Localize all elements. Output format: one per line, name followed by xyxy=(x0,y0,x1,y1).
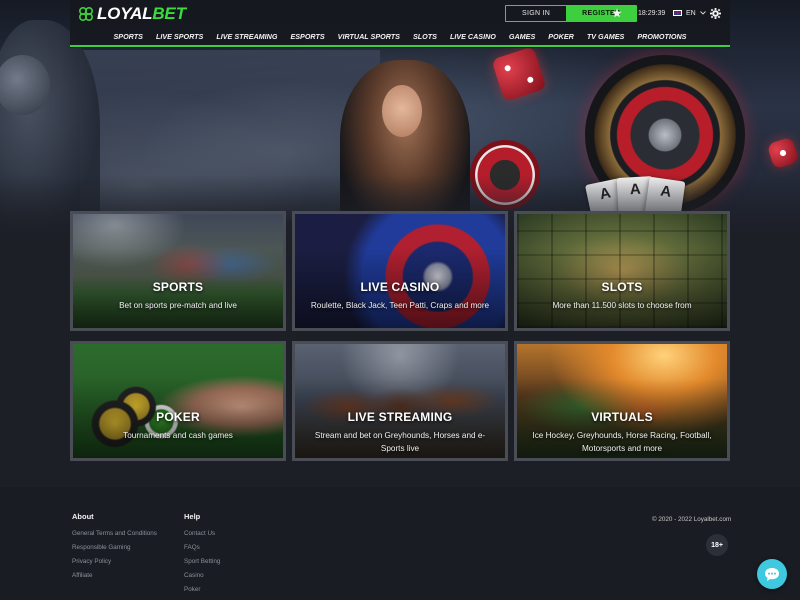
nav-item-promotions[interactable]: PROMOTIONS xyxy=(631,32,693,41)
nav-item-live-casino[interactable]: LIVE CASINO xyxy=(443,32,502,41)
star-icon xyxy=(612,8,622,18)
chevron-down-icon xyxy=(699,11,706,15)
brand-name-part2: BET xyxy=(152,4,186,23)
footer-help-column: Help Contact Us FAQs Sport Betting Casin… xyxy=(184,512,220,597)
nav-item-games[interactable]: GAMES xyxy=(502,32,541,41)
product-tiles: SPORTS Bet on sports pre-match and live … xyxy=(70,211,730,461)
main-nav: SPORTS LIVE SPORTS LIVE STREAMING ESPORT… xyxy=(70,27,730,46)
tile-description: Tournaments and cash games xyxy=(123,431,233,440)
tile-title: VIRTUALS xyxy=(591,410,653,424)
nav-accent-line xyxy=(70,45,730,47)
nav-item-poker[interactable]: POKER xyxy=(542,32,581,41)
uk-flag-icon xyxy=(673,10,682,16)
tile-poker[interactable]: POKER Tournaments and cash games xyxy=(70,341,286,461)
tile-title: LIVE CASINO xyxy=(360,280,440,294)
tile-live-streaming[interactable]: LIVE STREAMING Stream and bet on Greyhou… xyxy=(292,341,508,461)
language-label: EN xyxy=(686,9,696,17)
language-selector[interactable]: EN xyxy=(673,4,706,22)
brand-name-part1: LOYAL xyxy=(97,4,153,23)
footer-link-sport-betting[interactable]: Sport Betting xyxy=(184,555,220,569)
nav-item-slots[interactable]: SLOTS xyxy=(406,32,443,41)
footer-help-heading: Help xyxy=(184,512,201,521)
site-footer: About General Terms and Conditions Respo… xyxy=(0,487,800,600)
nav-item-sports[interactable]: SPORTS xyxy=(107,32,149,41)
tile-description: More than 11.500 slots to choose from xyxy=(552,301,692,310)
dice-graphic xyxy=(766,136,800,170)
footer-link-privacy-policy[interactable]: Privacy Policy xyxy=(72,555,157,569)
dice-graphic xyxy=(491,46,547,102)
tile-description: Stream and bet on Greyhounds, Horses and… xyxy=(314,431,486,453)
age-restriction-badge: 18+ xyxy=(706,534,728,556)
nav-item-live-sports[interactable]: LIVE SPORTS xyxy=(149,32,209,41)
footer-link-contact-us[interactable]: Contact Us xyxy=(184,527,220,541)
footer-link-faqs[interactable]: FAQs xyxy=(184,541,220,555)
clover-logo-icon xyxy=(78,6,94,22)
nav-item-esports[interactable]: ESPORTS xyxy=(284,32,331,41)
site-header: LOYALBET SIGN IN REGISTER 18:29:39 EN SP… xyxy=(70,0,730,48)
footer-link-responsible-gaming[interactable]: Responsible Gaming xyxy=(72,541,157,555)
chat-bubble-icon xyxy=(765,567,779,581)
tile-slots[interactable]: SLOTS More than 11.500 slots to choose f… xyxy=(514,211,730,331)
copyright-text: © 2020 - 2022 Loyalbet.com xyxy=(652,516,732,523)
footer-link-affiliate[interactable]: Affiliate xyxy=(72,569,157,583)
footer-about-column: About General Terms and Conditions Respo… xyxy=(72,512,157,583)
tile-live-casino[interactable]: LIVE CASINO Roulette, Black Jack, Teen P… xyxy=(292,211,508,331)
brand-logo[interactable]: LOYALBET xyxy=(78,4,186,24)
nav-item-live-streaming[interactable]: LIVE STREAMING xyxy=(210,32,284,41)
live-chat-button[interactable] xyxy=(757,559,787,589)
footer-about-heading: About xyxy=(72,512,94,521)
tile-description: Ice Hockey, Greyhounds, Horse Racing, Fo… xyxy=(532,431,712,453)
helmet-graphic xyxy=(0,55,50,115)
tile-sports[interactable]: SPORTS Bet on sports pre-match and live xyxy=(70,211,286,331)
brand-name: LOYALBET xyxy=(97,4,186,24)
clock-display: 18:29:39 xyxy=(638,9,666,17)
footer-link-terms[interactable]: General Terms and Conditions xyxy=(72,527,157,541)
tile-title: LIVE STREAMING xyxy=(347,410,453,424)
sign-in-button[interactable]: SIGN IN xyxy=(506,6,566,21)
nav-item-tv-games[interactable]: TV GAMES xyxy=(580,32,631,41)
hero-host-face xyxy=(382,85,422,137)
favorites-button[interactable] xyxy=(612,4,626,22)
tile-virtuals[interactable]: VIRTUALS Ice Hockey, Greyhounds, Horse R… xyxy=(514,341,730,461)
tile-title: POKER xyxy=(156,410,200,424)
tile-title: SLOTS xyxy=(601,280,643,294)
settings-button[interactable] xyxy=(710,4,724,22)
nav-item-virtual-sports[interactable]: VIRTUAL SPORTS xyxy=(331,32,406,41)
tile-title: SPORTS xyxy=(152,280,204,294)
footer-link-poker[interactable]: Poker xyxy=(184,583,220,597)
footer-link-casino[interactable]: Casino xyxy=(184,569,220,583)
tile-description: Roulette, Black Jack, Teen Patti, Craps … xyxy=(310,301,490,310)
gear-icon xyxy=(710,7,721,19)
tile-description: Bet on sports pre-match and live xyxy=(119,301,237,310)
